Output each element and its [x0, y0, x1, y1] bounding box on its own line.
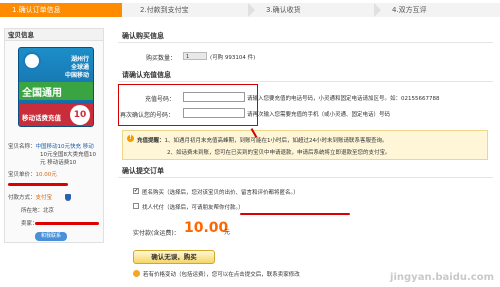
step-separator	[374, 3, 381, 17]
divider	[118, 42, 493, 43]
phone-hint: 请输入您要充值的电话号码，小灵通和固定电话请加区号。如：02155667788	[247, 96, 440, 102]
location-label: 所在地：	[21, 208, 44, 214]
price-label: 宝贝单价：	[8, 172, 36, 178]
china-mobile-logo-icon	[23, 52, 41, 70]
price-change-tip: 若有价格变动（包括运费），您可以在点击提交后，联系卖家修改	[143, 272, 300, 278]
card-big-text: 全国通用	[22, 88, 62, 99]
confirm-info-title: 确认购买信息	[122, 32, 164, 40]
watermark: jingyan.baidu.com	[390, 272, 494, 283]
proxy-pay-label: 找人代付（选择后，可请朋友帮你付款。）	[142, 205, 244, 211]
step-confirm-order: 1.确认订单信息	[0, 3, 129, 17]
wangwang-contact-button[interactable]: 和我联系	[35, 232, 67, 241]
product-name-line-2[interactable]: 10元全国8大类充值10	[40, 151, 96, 159]
product-price-row: 宝贝单价：10.00元	[8, 171, 57, 179]
recharge-notice: ! 充值提醒：1、如遇月初月末充值高峰期，到账可能在1小时后，如超过24小时未到…	[122, 130, 488, 160]
card-head-3: 中国移动	[64, 72, 89, 79]
proxy-pay-checkbox[interactable]	[133, 203, 139, 209]
location-row: 所在地：北京	[21, 207, 54, 215]
divider	[118, 177, 493, 178]
notice-text-1: 1、如遇月初月末充值高峰期，到账可能在1小时后，如超过24小时未到账请联系客服查…	[164, 138, 388, 144]
submit-order-title: 确认提交订单	[122, 167, 164, 175]
pay-amount: 10.00	[184, 220, 229, 236]
confirm-phone-label: 再次确认您的号码：	[120, 112, 175, 119]
phone-input[interactable]	[183, 92, 245, 102]
notice-line-2: 2、如话费未到账，您可在已买到的宝贝中申请退款，申请后系统将立即退款至您的支付宝…	[167, 150, 391, 156]
step-separator	[248, 3, 255, 17]
anonymous-checkbox[interactable]: ✔	[133, 188, 139, 194]
step-confirm-receipt: 3.确认收货	[248, 3, 381, 17]
product-name-row: 宝贝名称：中国移动10元快充 移动	[8, 143, 94, 151]
order-steps: 1.确认订单信息 2.付款到支付宝 3.确认收货 4.双方互评	[0, 0, 500, 20]
product-name-line-3[interactable]: 元 移动话费10	[40, 159, 76, 167]
card-footer-text: 移动话费充值	[22, 114, 61, 122]
warning-icon: !	[127, 135, 134, 142]
product-name-link[interactable]: 中国移动10元快充 移动	[36, 144, 94, 150]
step-confirm-receipt-label: 3.确认收货	[266, 6, 301, 14]
notice-line-1: 充值提醒：1、如遇月初月末充值高峰期，到账可能在1小时后，如超过24小时未到账请…	[137, 136, 388, 144]
pay-label: 实付款(含运费)：	[133, 230, 180, 237]
price-value: 10.00元	[35, 172, 57, 178]
recharge-info-title: 请确认充值信息	[122, 71, 171, 79]
seller-redacted-mark	[35, 222, 99, 225]
phone-label: 充值号码：	[145, 96, 176, 103]
notice-title: 充值提醒：	[137, 138, 165, 144]
confirm-phone-hint: 请再次输入您需要充值的手机（或小灵通、固定电话）号码	[247, 112, 391, 118]
anonymous-label: 匿名购买（选择后，您对该宝贝的出价、留言和评价都将匿名。）	[142, 190, 299, 196]
alipay-shield-icon	[65, 194, 71, 201]
step-review: 4.双方互评	[374, 3, 500, 17]
paytype-label: 付款方式：	[8, 195, 36, 201]
quantity-label: 购买数量：	[146, 55, 177, 62]
step-pay-alipay: 2.付款到支付宝	[122, 3, 255, 17]
highlight-box	[118, 84, 258, 126]
paytype-value: 支付宝	[35, 195, 53, 201]
info-icon	[133, 270, 140, 277]
location-value: 北京	[43, 208, 55, 214]
paytype-row: 付款方式：支付宝	[8, 194, 52, 202]
product-image[interactable]: 湖州行 全球通 中国移动 全国通用 移动话费充值 10	[18, 47, 94, 127]
pay-unit: 元	[224, 229, 231, 236]
product-name-label: 宝贝名称：	[8, 144, 36, 150]
confirm-phone-input[interactable]	[183, 108, 245, 118]
redacted-mark	[8, 183, 68, 186]
quantity-hint: (可购 993104 件)	[210, 55, 256, 61]
quantity-field[interactable]: 1	[183, 52, 207, 60]
scribble-mark	[240, 213, 350, 215]
step-pay-alipay-label: 2.付款到支付宝	[140, 6, 189, 14]
card-value-badge: 10	[70, 105, 90, 125]
product-info-title: 宝贝信息	[5, 29, 103, 41]
quantity-value: 1	[186, 54, 190, 60]
product-info-panel: 宝贝信息 湖州行 全球通 中国移动 全国通用 移动话费充值 10 宝贝名称：中国…	[4, 28, 104, 243]
divider	[118, 81, 493, 82]
confirm-purchase-button[interactable]: 确认无误，购买	[133, 250, 215, 264]
